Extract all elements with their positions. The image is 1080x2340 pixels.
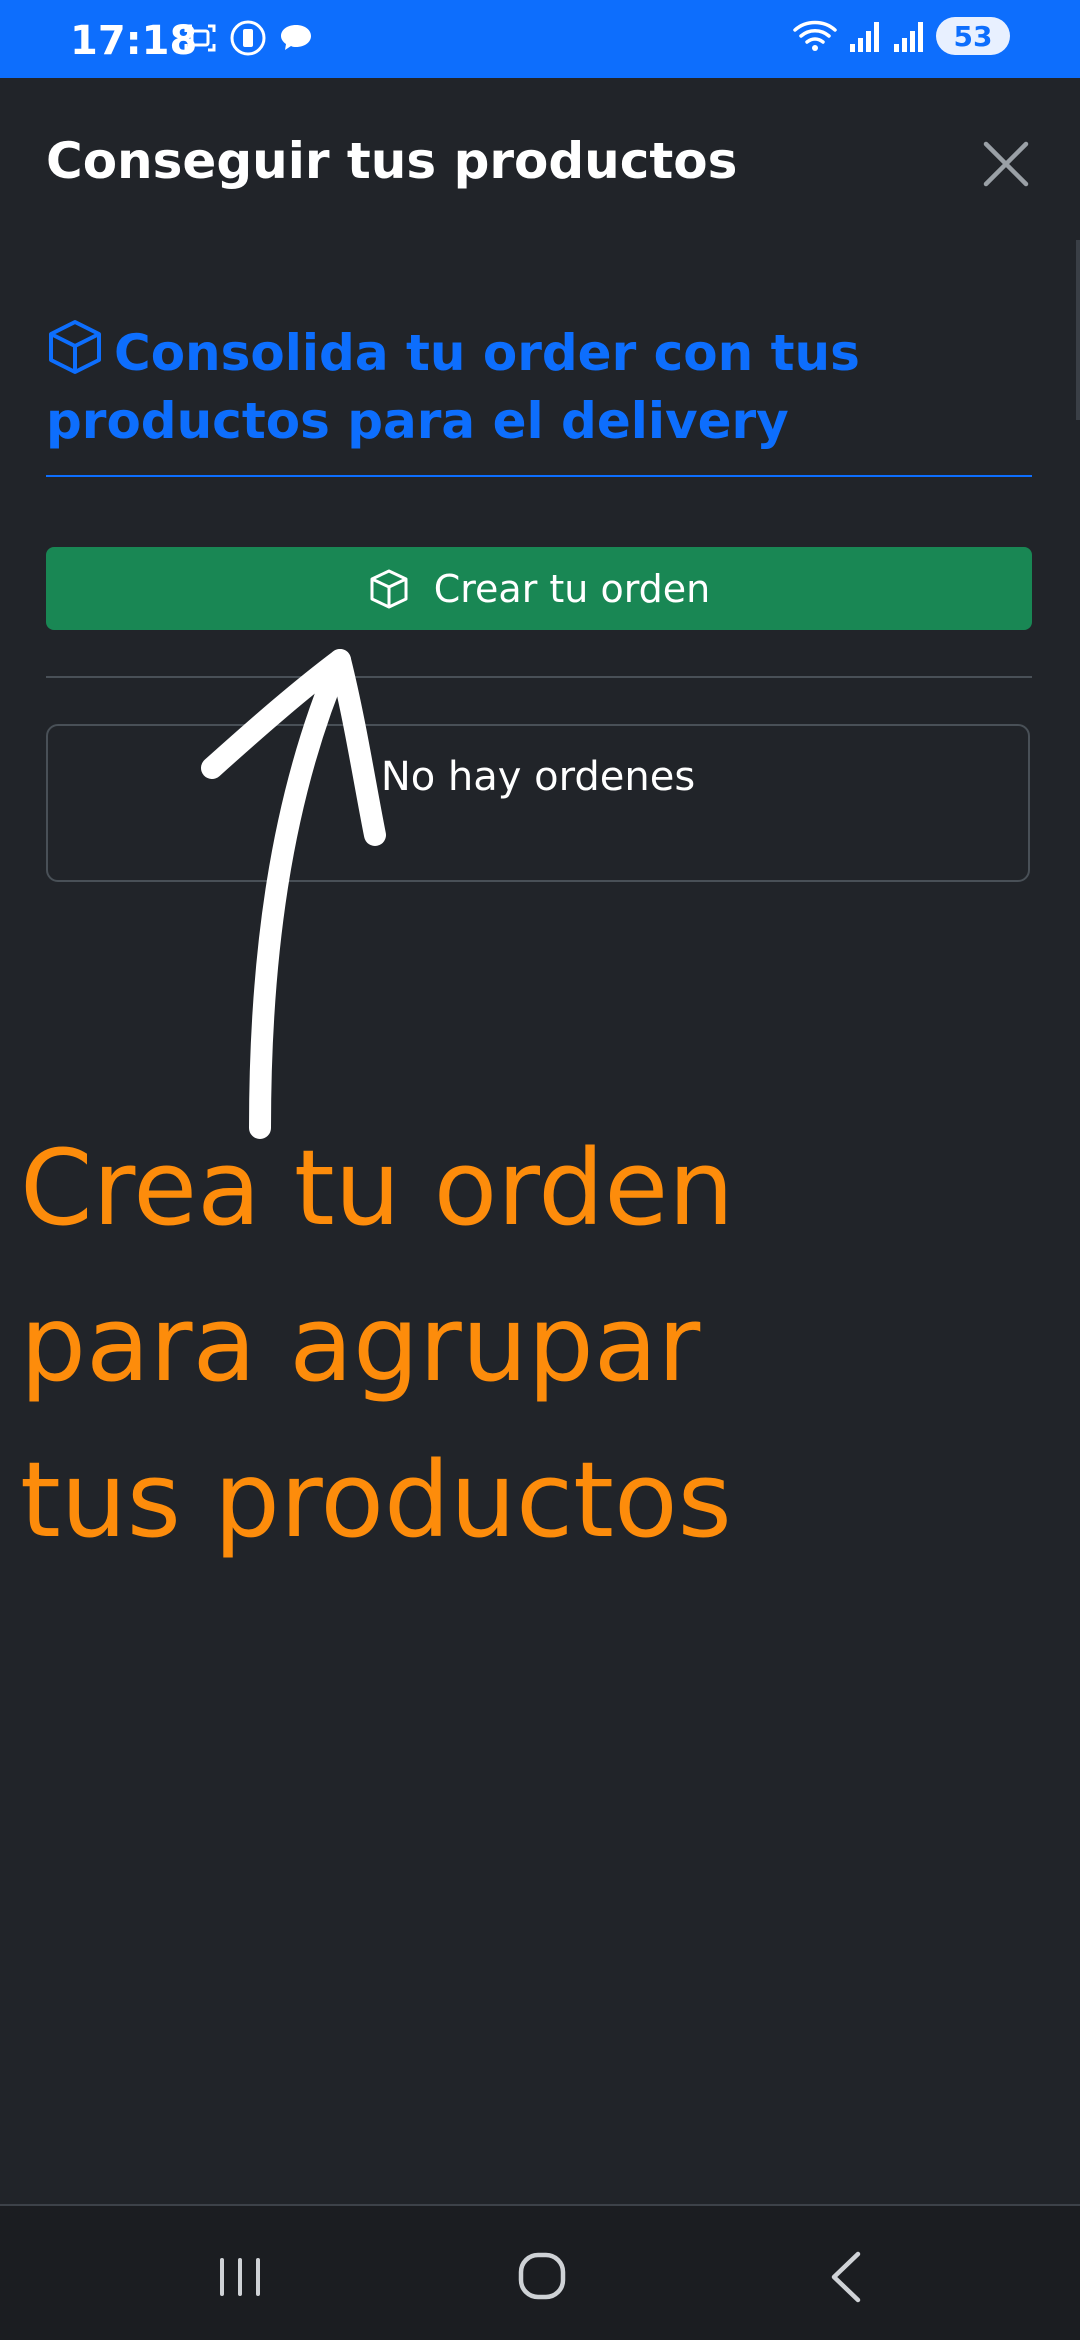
chat-icon bbox=[281, 25, 311, 50]
create-order-label: Crear tu orden bbox=[433, 566, 711, 611]
wifi-icon bbox=[793, 20, 837, 51]
headline: Consolida tu order con tus productos par… bbox=[46, 318, 1036, 455]
navigation-bar bbox=[0, 2206, 1080, 2340]
recent-apps-icon[interactable] bbox=[200, 2236, 280, 2316]
annotation-text: Crea tu orden para agrupar tus productos bbox=[20, 1127, 735, 1561]
screenshot-icon bbox=[184, 24, 216, 52]
annotation-arrow bbox=[201, 649, 386, 1139]
battery-level: 53 bbox=[953, 19, 993, 53]
status-bar: 17:18 53 bbox=[0, 0, 1080, 78]
headline-underline bbox=[46, 475, 1032, 477]
modal-title: Conseguir tus productos bbox=[46, 132, 738, 190]
box-icon bbox=[370, 569, 408, 608]
signal-icon bbox=[850, 22, 879, 52]
home-icon[interactable] bbox=[502, 2236, 582, 2316]
status-system-icons: 53 bbox=[792, 16, 1010, 56]
scrollbar[interactable] bbox=[1076, 240, 1080, 420]
back-icon[interactable] bbox=[806, 2236, 886, 2316]
create-order-button[interactable]: Crear tu orden bbox=[46, 547, 1032, 630]
vibrate-icon bbox=[230, 20, 266, 56]
close-icon[interactable] bbox=[980, 138, 1032, 190]
box-icon bbox=[49, 320, 101, 374]
signal-icon bbox=[894, 22, 923, 52]
battery-icon: 53 bbox=[936, 17, 1010, 55]
status-notification-icons bbox=[180, 18, 316, 58]
headline-text: Consolida tu order con tus productos par… bbox=[46, 324, 860, 450]
status-time: 17:18 bbox=[70, 18, 198, 64]
